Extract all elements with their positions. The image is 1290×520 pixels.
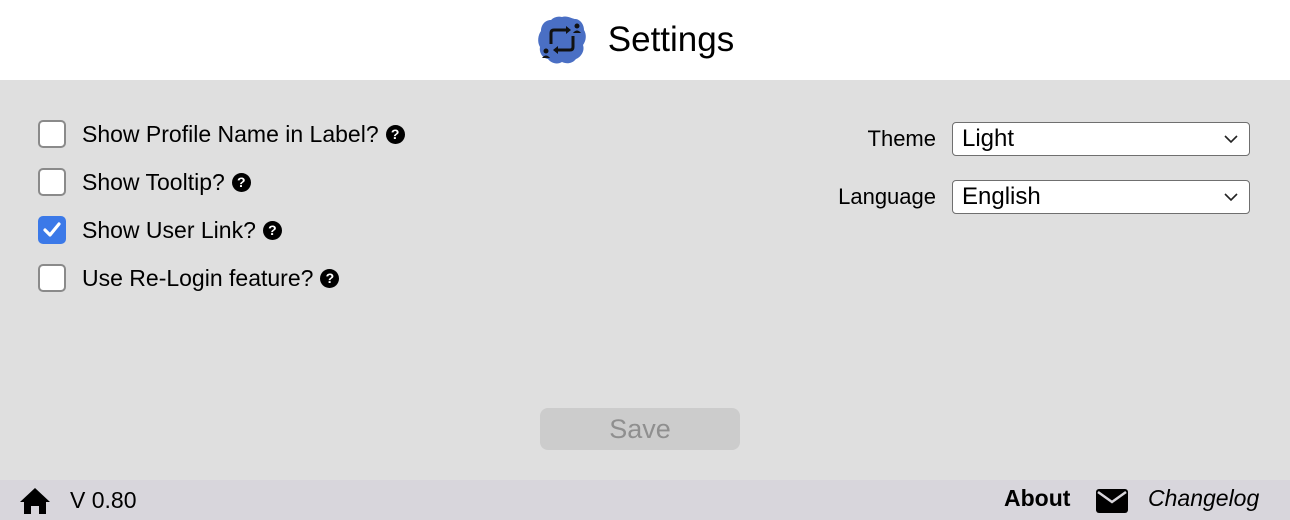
changelog-link[interactable]: Changelog: [1148, 485, 1259, 512]
version-label: V 0.80: [70, 487, 137, 513]
footer: V 0.80 About Changelog: [0, 480, 1290, 520]
page-title: Settings: [607, 20, 735, 59]
app-logo-icon: [537, 16, 586, 64]
option-show-profile-name[interactable]: Show Profile Name in Label? ?: [38, 118, 405, 150]
mail-icon[interactable]: [1096, 489, 1128, 513]
option-label: Use Re-Login feature?: [82, 264, 314, 291]
help-icon[interactable]: ?: [385, 124, 405, 144]
theme-select[interactable]: Light: [952, 122, 1250, 156]
theme-field: Theme Light: [868, 122, 1250, 156]
checkmark-icon: [43, 222, 61, 237]
option-label: Show Tooltip?: [82, 168, 225, 195]
theme-value: Light: [962, 125, 1015, 152]
checkbox[interactable]: [38, 168, 66, 196]
help-icon[interactable]: ?: [262, 220, 282, 240]
option-show-tooltip[interactable]: Show Tooltip? ?: [38, 166, 251, 198]
help-icon[interactable]: ?: [231, 172, 251, 192]
chevron-down-icon: [1224, 193, 1238, 202]
language-select[interactable]: English: [952, 180, 1250, 214]
help-icon[interactable]: ?: [320, 268, 340, 288]
option-use-relogin[interactable]: Use Re-Login feature? ?: [38, 262, 340, 294]
language-value: English: [962, 183, 1041, 210]
chevron-down-icon: [1224, 135, 1238, 144]
theme-label: Theme: [867, 126, 936, 151]
checkbox-checked[interactable]: [38, 216, 66, 244]
language-label: Language: [838, 184, 936, 209]
save-button[interactable]: Save: [540, 408, 740, 450]
option-show-user-link[interactable]: Show User Link? ?: [38, 214, 282, 246]
language-field: Language English: [838, 180, 1250, 214]
checkbox[interactable]: [38, 264, 66, 292]
home-icon[interactable]: [19, 487, 51, 515]
option-label: Show Profile Name in Label?: [82, 120, 379, 147]
settings-panel: Show Profile Name in Label? ? Show Toolt…: [0, 80, 1290, 480]
about-link[interactable]: About: [1004, 485, 1070, 512]
checkbox[interactable]: [38, 120, 66, 148]
header: Settings: [0, 0, 1290, 80]
option-label: Show User Link?: [82, 216, 256, 243]
